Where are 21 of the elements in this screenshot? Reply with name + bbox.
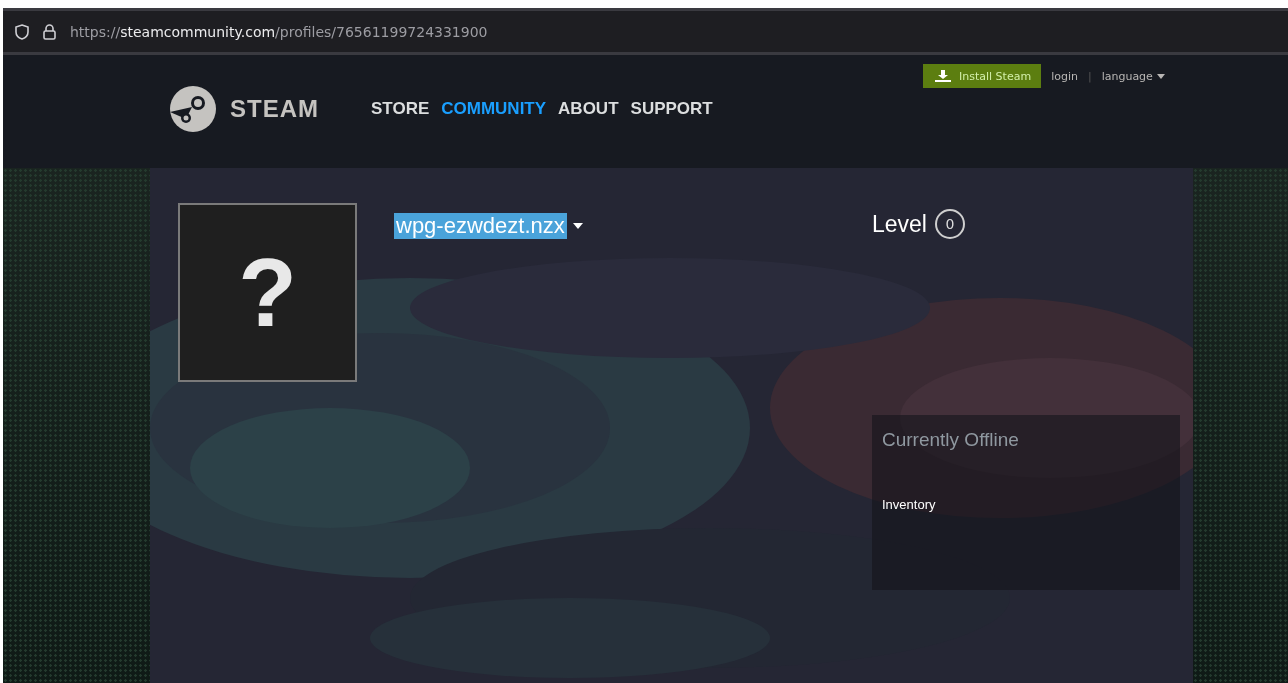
install-steam-button[interactable]: Install Steam — [923, 64, 1042, 88]
shield-icon — [15, 23, 29, 40]
inventory-link[interactable]: Inventory — [882, 497, 1170, 512]
question-mark-text: ? — [238, 237, 297, 348]
level-label: Level — [872, 210, 927, 238]
language-dropdown[interactable]: language — [1101, 69, 1165, 83]
separator-text: | — [1087, 69, 1092, 83]
address-bar-url[interactable]: https://steamcommunity.com/profiles/76561199724331900 — [70, 23, 488, 40]
nav-link[interactable]: COMMUNITY — [441, 98, 547, 119]
lock-icon — [43, 23, 56, 40]
login-link[interactable]: login — [1051, 69, 1078, 83]
steam-wordmark[interactable]: STEAM — [230, 94, 319, 123]
status-text: Currently Offline — [882, 429, 1020, 451]
nav-link[interactable]: SUPPORT — [630, 98, 713, 119]
level-badge: 0 — [935, 209, 965, 239]
nav-link[interactable]: ABOUT — [558, 98, 619, 119]
download-icon — [935, 70, 951, 82]
nav-link[interactable]: STORE — [371, 98, 430, 119]
caret-icon[interactable] — [572, 223, 583, 229]
caret-icon — [1156, 73, 1165, 79]
steam-logo-icon[interactable] — [170, 85, 216, 132]
